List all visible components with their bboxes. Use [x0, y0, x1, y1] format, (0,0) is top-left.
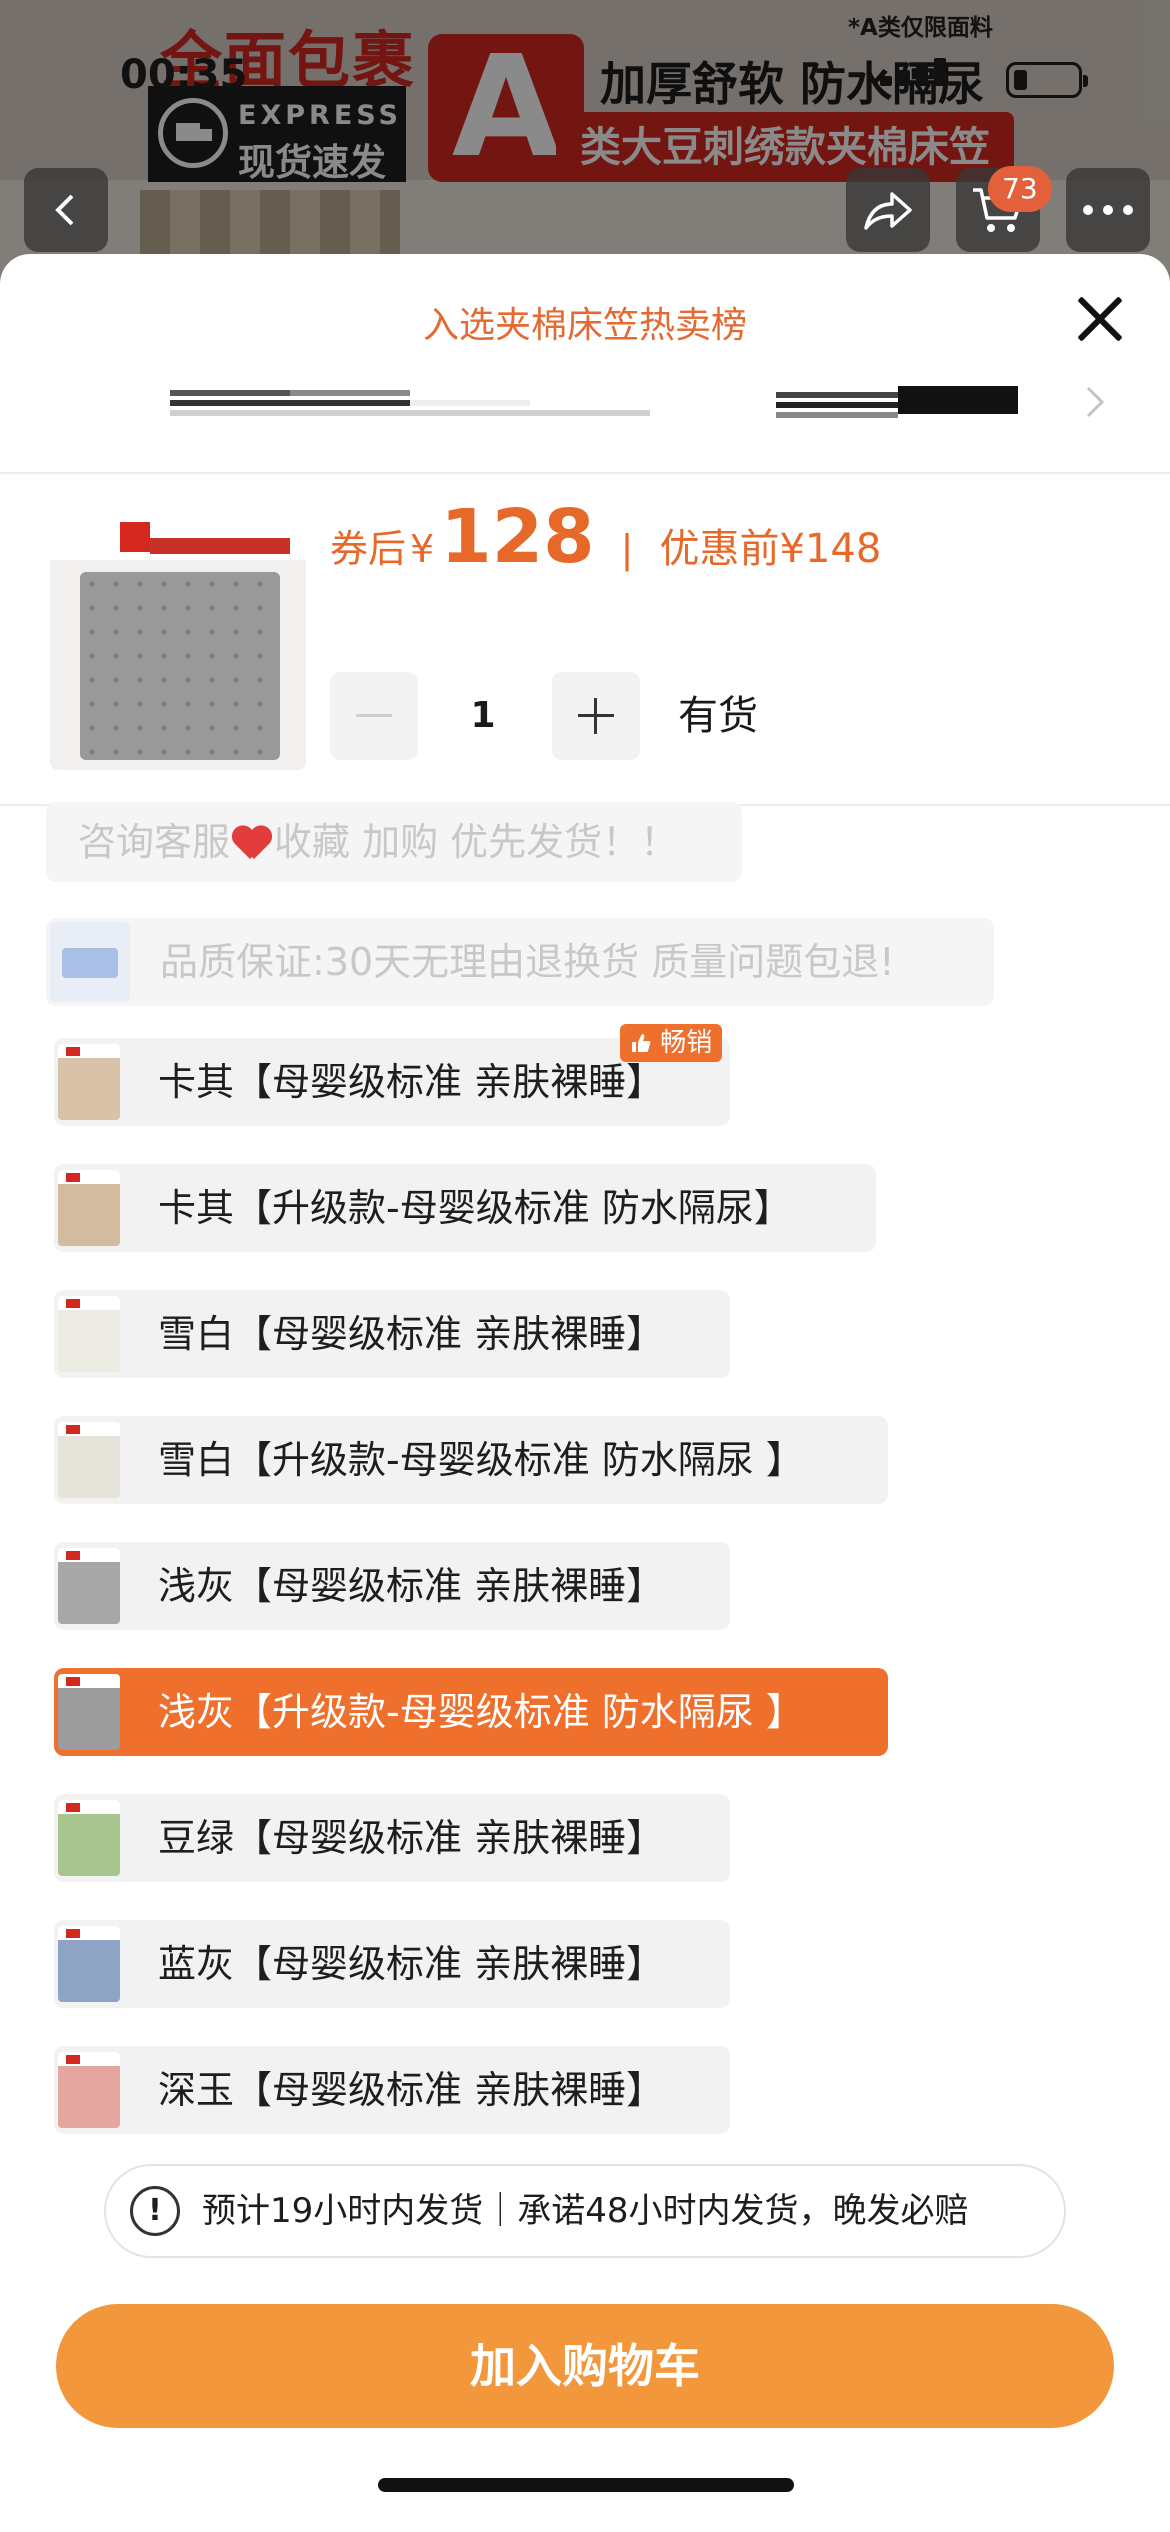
battery-icon [1006, 62, 1088, 98]
status-time: 00:35 [120, 52, 248, 98]
sku-option[interactable]: 卡其【升级款-母婴级标准 防水隔尿】 [54, 1164, 876, 1252]
stock-status: 有货 [678, 693, 758, 739]
sku-selector-sheet: 入选夹棉床笠热卖榜 券后 ¥ 128 | 优惠前¥148 1 有货 咨询客服 收藏… [0, 254, 1170, 2532]
sku-option-label: 卡其【母婴级标准 亲肤裸睡】 [158, 1060, 665, 1104]
sku-option-label: 浅灰【升级款-母婴级标准 防水隔尿 】 [158, 1690, 804, 1734]
add-to-cart-button[interactable]: 加入购物车 [56, 2304, 1114, 2428]
more-button[interactable] [1066, 168, 1150, 252]
sku-option-label: 雪白【升级款-母婴级标准 防水隔尿 】 [158, 1438, 804, 1482]
quantity-decrease-button[interactable] [330, 672, 418, 760]
close-icon[interactable] [1066, 284, 1136, 354]
home-indicator [378, 2478, 794, 2492]
sku-option[interactable]: 蓝灰【母婴级标准 亲肤裸睡】 [54, 1920, 730, 2008]
sku-swatch-image [58, 1296, 120, 1372]
sku-swatch-image [58, 1926, 120, 2002]
sku-swatch-image [58, 1674, 120, 1750]
after-coupon-price: 128 [440, 494, 595, 580]
sku-swatch-image [58, 2052, 120, 2128]
heart-icon [232, 825, 272, 859]
original-price: 优惠前¥148 [659, 526, 882, 572]
cart-count-badge: 73 [988, 166, 1052, 212]
sku-swatch-image [58, 1422, 120, 1498]
sku-option[interactable]: 雪白【升级款-母婴级标准 防水隔尿 】 [54, 1416, 888, 1504]
sku-swatch-image [58, 1170, 120, 1246]
thumbs-up-icon [632, 1034, 651, 1052]
shipping-notice-text: 预计19小时内发货｜承诺48小时内发货，晚发必赔 [202, 2191, 969, 2231]
quantity-value[interactable]: 1 [448, 672, 518, 760]
share-button[interactable] [846, 168, 930, 252]
back-button[interactable] [24, 168, 108, 252]
sku-option[interactable]: 浅灰【母婴级标准 亲肤裸睡】 [54, 1542, 730, 1630]
chevron-right-icon[interactable] [1080, 384, 1108, 420]
more-icon [1083, 205, 1133, 215]
service-option-pill[interactable]: 咨询客服 收藏 加购 优先发货！！ [46, 802, 742, 882]
back-icon [55, 194, 74, 226]
signal-icon [880, 56, 950, 86]
divider [0, 472, 1170, 474]
price-row: 券后 ¥ 128 | 优惠前¥148 [330, 494, 881, 594]
sku-option[interactable]: 雪白【母婴级标准 亲肤裸睡】 [54, 1290, 730, 1378]
guarantee-icon [50, 922, 130, 1002]
sku-option[interactable]: 深玉【母婴级标准 亲肤裸睡】 [54, 2046, 730, 2134]
redacted-area-left [170, 386, 650, 422]
sku-swatch-image [58, 1548, 120, 1624]
sku-swatch-image [58, 1044, 120, 1120]
share-icon [864, 192, 912, 230]
sku-option-label: 卡其【升级款-母婴级标准 防水隔尿】 [158, 1186, 792, 1230]
quantity-increase-button[interactable] [552, 672, 640, 760]
rank-label[interactable]: 入选夹棉床笠热卖榜 [0, 296, 1170, 348]
sku-swatch-image [58, 1800, 120, 1876]
sku-option-label: 浅灰【母婴级标准 亲肤裸睡】 [158, 1564, 665, 1608]
price-divider: | [620, 527, 634, 571]
exclamation-icon: ! [130, 2186, 180, 2236]
sku-option-label: 蓝灰【母婴级标准 亲肤裸睡】 [158, 1942, 665, 1986]
sku-option[interactable]: 豆绿【母婴级标准 亲肤裸睡】 [54, 1794, 730, 1882]
sku-option-label: 雪白【母婴级标准 亲肤裸睡】 [158, 1312, 665, 1356]
sku-option-label: 豆绿【母婴级标准 亲肤裸睡】 [158, 1816, 665, 1860]
quality-guarantee-pill[interactable]: 品质保证:30天无理由退换货 质量问题包退! [46, 918, 994, 1006]
after-coupon-label: 券后 [330, 527, 407, 571]
currency-symbol: ¥ [410, 527, 435, 571]
shipping-notice: ! 预计19小时内发货｜承诺48小时内发货，晚发必赔 [104, 2164, 1066, 2258]
redacted-area-right [776, 386, 1018, 422]
hot-sale-tag: 畅销 [620, 1024, 723, 1062]
sku-option[interactable]: 浅灰【升级款-母婴级标准 防水隔尿 】 [54, 1668, 888, 1756]
product-thumbnail[interactable] [50, 512, 306, 770]
sku-option-label: 深玉【母婴级标准 亲肤裸睡】 [158, 2068, 665, 2112]
